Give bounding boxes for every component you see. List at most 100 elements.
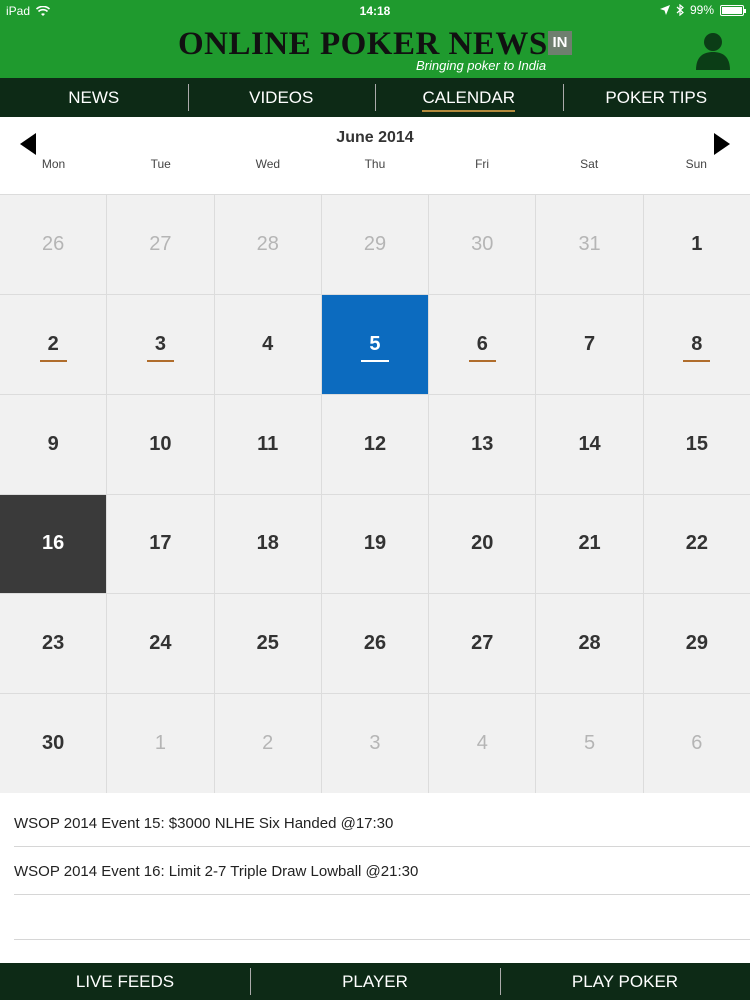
day-number: 24: [149, 632, 172, 655]
day-cell[interactable]: 1: [107, 694, 214, 793]
day-cell[interactable]: 23: [0, 594, 107, 694]
user-profile-icon[interactable]: [694, 30, 732, 70]
day-number: 2: [39, 332, 67, 362]
day-cell[interactable]: 19: [321, 494, 429, 594]
day-number: 16: [42, 532, 65, 555]
day-number: 10: [149, 432, 172, 455]
day-cell[interactable]: 3: [321, 694, 429, 793]
app-header: ONLINE POKER NEWS IN Bringing poker to I…: [0, 22, 750, 78]
day-cell[interactable]: 3: [107, 294, 214, 394]
day-number: 30: [471, 232, 494, 255]
weekday-label: Sun: [685, 157, 707, 171]
day-cell[interactable]: 6: [429, 294, 536, 394]
event-item[interactable]: WSOP 2014 Event 15: $3000 NLHE Six Hande…: [14, 815, 750, 847]
day-cell[interactable]: 9: [0, 394, 107, 494]
calendar-header: June 2014 Mon Tue Wed Thu Fri Sat Sun: [0, 117, 750, 194]
day-cell[interactable]: 18: [214, 494, 321, 594]
day-number: 4: [476, 732, 488, 755]
day-cell[interactable]: 6: [643, 694, 750, 793]
play-poker-button[interactable]: PLAY POKER: [500, 963, 750, 1000]
day-cell[interactable]: 29: [643, 594, 750, 694]
weekday-label: Wed: [255, 157, 281, 171]
tab-calendar[interactable]: CALENDAR: [375, 78, 563, 117]
day-number: 7: [584, 332, 596, 355]
event-item[interactable]: WSOP 2014 Event 16: Limit 2-7 Triple Dra…: [14, 863, 750, 895]
day-cell[interactable]: 28: [536, 594, 643, 694]
day-cell[interactable]: 30: [0, 694, 107, 793]
day-number: 4: [262, 332, 274, 355]
battery-percent: 99%: [689, 3, 714, 17]
day-cell[interactable]: 14: [536, 394, 643, 494]
day-cell-selected[interactable]: 5: [321, 294, 429, 394]
tab-videos[interactable]: VIDEOS: [187, 78, 376, 117]
day-cell[interactable]: 27: [107, 195, 214, 294]
day-cell[interactable]: 11: [214, 394, 321, 494]
day-cell[interactable]: 27: [429, 594, 536, 694]
next-month-icon[interactable]: [714, 133, 730, 155]
day-cell[interactable]: 26: [0, 195, 107, 294]
day-number: 26: [42, 232, 65, 255]
day-number: 29: [685, 632, 708, 655]
weekday-row: Mon Tue Wed Thu Fri Sat Sun: [0, 157, 750, 171]
tab-poker-tips-label: POKER TIPS: [605, 88, 708, 107]
day-number: 6: [691, 732, 703, 755]
day-cell[interactable]: 20: [429, 494, 536, 594]
month-title: June 2014: [336, 129, 414, 146]
day-cell[interactable]: 7: [536, 294, 643, 394]
day-number: 23: [42, 632, 65, 655]
day-cell[interactable]: 2: [214, 694, 321, 793]
day-number: 5: [361, 332, 389, 362]
weekday-label: Fri: [475, 157, 490, 171]
day-number: 17: [149, 532, 172, 555]
day-cell[interactable]: 5: [536, 694, 643, 793]
bluetooth-icon: [676, 4, 684, 16]
day-number: 15: [685, 432, 708, 455]
day-cell[interactable]: 10: [107, 394, 214, 494]
tab-poker-tips[interactable]: POKER TIPS: [562, 78, 750, 117]
day-number: 25: [256, 632, 279, 655]
player-button[interactable]: PLAYER: [250, 963, 500, 1000]
day-cell[interactable]: 30: [429, 195, 536, 294]
tagline: Bringing poker to India: [416, 58, 547, 73]
day-cell-today[interactable]: 16: [0, 494, 107, 594]
day-cell[interactable]: 28: [214, 195, 321, 294]
tab-videos-label: VIDEOS: [249, 88, 314, 107]
day-number: 5: [584, 732, 596, 755]
tab-news-label: NEWS: [68, 88, 120, 107]
weekday-label: Thu: [364, 157, 386, 171]
weekday-label: Sat: [580, 157, 599, 171]
day-cell[interactable]: 4: [214, 294, 321, 394]
day-cell[interactable]: 29: [321, 195, 429, 294]
day-cell[interactable]: 15: [643, 394, 750, 494]
day-number: 3: [146, 332, 175, 362]
day-cell[interactable]: 24: [107, 594, 214, 694]
day-number: 31: [578, 232, 601, 255]
day-number: 28: [578, 632, 601, 655]
location-arrow-icon: [659, 5, 670, 15]
battery-icon: [720, 4, 746, 16]
day-cell[interactable]: 22: [643, 494, 750, 594]
live-feeds-button[interactable]: LIVE FEEDS: [0, 963, 250, 1000]
top-nav: NEWS VIDEOS CALENDAR POKER TIPS: [0, 78, 750, 117]
day-cell[interactable]: 1: [643, 195, 750, 294]
day-cell[interactable]: 25: [214, 594, 321, 694]
day-cell[interactable]: 17: [107, 494, 214, 594]
day-cell[interactable]: 13: [429, 394, 536, 494]
day-cell[interactable]: 21: [536, 494, 643, 594]
status-right: 99%: [659, 3, 746, 17]
day-cell[interactable]: 4: [429, 694, 536, 793]
day-cell[interactable]: 12: [321, 394, 429, 494]
day-cell[interactable]: 31: [536, 195, 643, 294]
event-list: WSOP 2014 Event 15: $3000 NLHE Six Hande…: [0, 793, 750, 963]
weekday-label: Tue: [150, 157, 171, 171]
tab-news[interactable]: NEWS: [0, 78, 188, 117]
calendar-grid: 26 27 28 29 30 31 1 2 3 4 5 6 7 8 9 10 11 12 13 14 15 16 17 18 1…: [0, 194, 750, 793]
weekday-label: Mon: [41, 157, 66, 171]
day-number: 3: [369, 732, 381, 755]
day-number: 22: [685, 532, 708, 555]
day-cell[interactable]: 8: [643, 294, 750, 394]
day-cell[interactable]: 2: [0, 294, 107, 394]
day-cell[interactable]: 26: [321, 594, 429, 694]
battery-fill: [722, 6, 742, 14]
day-number: 27: [149, 232, 172, 255]
